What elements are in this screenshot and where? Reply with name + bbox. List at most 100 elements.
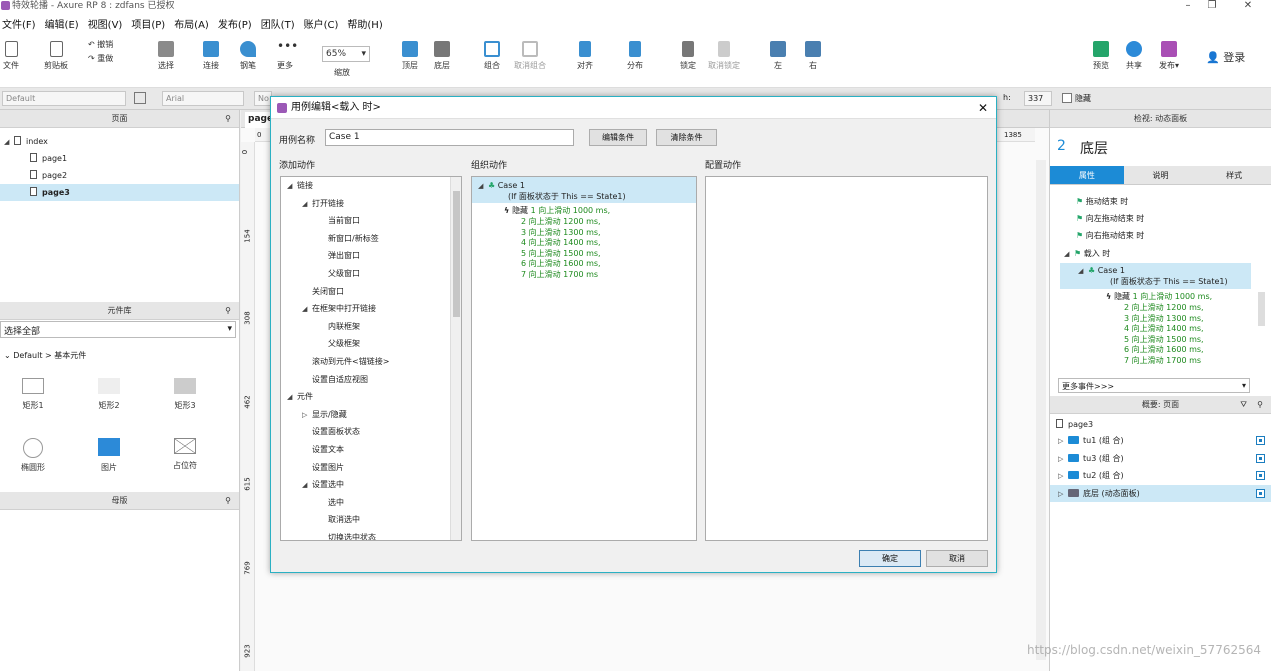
action-tree-item[interactable]: ◢ 在框架中打开链接 xyxy=(302,303,376,314)
unlock-button[interactable]: 取消锁定 xyxy=(704,41,744,71)
visibility-checkbox[interactable] xyxy=(1256,436,1265,445)
action-tree-item[interactable]: ◢ 打开链接 xyxy=(302,198,344,209)
action-tree-scrollbar[interactable] xyxy=(450,177,461,540)
menu-view[interactable]: 视图(V) xyxy=(88,16,123,31)
action-tree-item[interactable]: 弹出窗口 xyxy=(318,250,360,261)
action-tree-item[interactable]: 滚动到元件<锚链接> xyxy=(302,356,389,367)
group-button[interactable]: 组合 xyxy=(478,41,506,71)
action-tree-item[interactable]: 关闭窗口 xyxy=(302,286,344,297)
widget-rect1[interactable]: 矩形1 xyxy=(8,378,58,411)
menu-arrange[interactable]: 布局(A) xyxy=(174,16,209,31)
left-button[interactable]: 左 xyxy=(768,41,788,71)
page-item-page2[interactable]: page2 xyxy=(30,170,67,180)
menu-edit[interactable]: 编辑(E) xyxy=(45,16,79,31)
preview-button[interactable]: 预览 xyxy=(1090,41,1112,71)
filter-icon[interactable]: ⛛ xyxy=(1240,396,1247,414)
inspector-case-row[interactable]: ◢ ♣ Case 1 (If 面板状态于 This == State1) xyxy=(1060,263,1251,289)
login-button[interactable]: 👤 登录 xyxy=(1206,49,1245,65)
tab-style[interactable]: 样式 xyxy=(1197,166,1271,184)
search-icon[interactable]: ⚲ xyxy=(225,492,231,510)
expand-icon[interactable]: ◢ xyxy=(287,393,297,401)
case-name-input[interactable]: Case 1 xyxy=(325,129,574,146)
library-group-label[interactable]: ⌄ Default > 基本元件 xyxy=(4,350,86,361)
action-tree-item[interactable]: 设置文本 xyxy=(302,444,344,455)
expand-icon[interactable]: ◢ xyxy=(302,305,312,313)
outline-item-tu3[interactable]: ▷ tu3 (组 合) xyxy=(1050,450,1271,467)
add-action-tree[interactable]: ◢ 链接 ◢ 打开链接 当前窗口 新窗口/新标签 弹出窗口 父级窗口 关闭窗口 ◢ 在框架中打开链接… xyxy=(280,176,462,541)
action-tree-item[interactable]: ▷ 显示/隐藏 xyxy=(302,409,347,420)
select-tool[interactable]: 选择 xyxy=(146,41,186,71)
inspector-action[interactable]: ϟ 隐藏 1 向上滑动 1000 ms, xyxy=(1106,291,1212,302)
action-tree-item[interactable]: ◢ 设置选中 xyxy=(302,479,344,490)
expand-icon[interactable]: ◢ xyxy=(302,481,312,489)
page-item-page1[interactable]: page1 xyxy=(30,153,67,163)
action-tree-item[interactable]: 父级框架 xyxy=(318,338,360,349)
action-tree-item[interactable]: 新窗口/新标签 xyxy=(318,233,379,244)
event-drag-end[interactable]: ⚑ 拖动结束 时 xyxy=(1076,196,1128,207)
distribute-button[interactable]: 分布 xyxy=(620,41,650,71)
case-row[interactable]: ◢ ♣ Case 1 (If 面板状态于 This == State1) xyxy=(472,177,696,203)
action-tree-item[interactable]: ◢ 元件 xyxy=(287,391,313,402)
tab-properties[interactable]: 属性 xyxy=(1050,166,1124,184)
connect-tool[interactable]: 连接 xyxy=(196,41,226,71)
action-tree-item[interactable]: 选中 xyxy=(318,497,344,508)
file-button[interactable]: 文件 xyxy=(3,41,19,71)
ok-button[interactable]: 确定 xyxy=(859,550,921,567)
outline-item-tu2[interactable]: ▷ tu2 (组 合) xyxy=(1050,467,1271,484)
zoom-select[interactable]: 65% ▾ xyxy=(322,46,370,62)
lock-button[interactable]: 锁定 xyxy=(674,41,702,71)
visibility-checkbox[interactable] xyxy=(1256,489,1265,498)
canvas-scrollbar[interactable] xyxy=(1036,160,1046,660)
more-tools-button[interactable]: ••• 更多 xyxy=(270,40,300,71)
action-tree-item[interactable]: 切换选中状态 xyxy=(318,532,376,540)
action-tree-item[interactable]: 内联框架 xyxy=(318,321,360,332)
action-tree-item[interactable]: ◢ 链接 xyxy=(287,180,313,191)
visibility-checkbox[interactable] xyxy=(1256,454,1265,463)
menu-file[interactable]: 文件(F) xyxy=(2,16,36,31)
event-onload[interactable]: ◢ ⚑ 载入 时 xyxy=(1064,248,1110,259)
redo-button[interactable]: ↷ 重做 xyxy=(88,53,113,64)
share-button[interactable]: 共享 xyxy=(1122,41,1146,71)
collapse-icon[interactable]: ▷ xyxy=(302,411,312,419)
action-tree-item[interactable]: 父级窗口 xyxy=(318,268,360,279)
event-swipe-right-end[interactable]: ⚑ 向右拖动结束 时 xyxy=(1076,230,1144,241)
search-icon[interactable]: ⚲ xyxy=(1257,396,1263,414)
minimize-button[interactable]: – xyxy=(1176,0,1200,13)
send-to-bottom-button[interactable]: 底层 xyxy=(428,41,456,71)
bring-to-top-button[interactable]: 顶层 xyxy=(396,41,424,71)
visibility-checkbox[interactable] xyxy=(1256,471,1265,480)
widget-image[interactable]: 图片 xyxy=(84,438,134,473)
ungroup-button[interactable]: 取消组合 xyxy=(510,41,550,71)
expand-icon[interactable]: ◢ xyxy=(302,200,312,208)
hide-action[interactable]: ϟ 隐藏 1 向上滑动 1000 ms, xyxy=(504,205,610,216)
menu-publish[interactable]: 发布(P) xyxy=(218,16,252,31)
widget-placeholder[interactable]: 占位符 xyxy=(160,438,210,471)
hidden-checkbox[interactable] xyxy=(1062,93,1072,103)
menu-help[interactable]: 帮助(H) xyxy=(347,16,382,31)
page-item-page3[interactable]: page3 xyxy=(0,184,239,201)
outline-page[interactable]: page3 xyxy=(1056,419,1093,429)
pen-tool[interactable]: 钢笔 xyxy=(233,41,263,71)
menu-project[interactable]: 项目(P) xyxy=(131,16,165,31)
action-tree-item[interactable]: 取消选中 xyxy=(318,514,360,525)
action-tree-item[interactable]: 设置面板状态 xyxy=(302,426,360,437)
height-input[interactable]: 337 xyxy=(1024,91,1052,106)
right-button[interactable]: 右 xyxy=(803,41,823,71)
search-icon[interactable]: ⚲ xyxy=(225,302,231,320)
outline-item-dynamic-panel[interactable]: ▷ 底层 (动态面板) xyxy=(1050,485,1271,502)
outline-item-tu1[interactable]: ▷ tu1 (组 合) xyxy=(1050,432,1271,449)
font-select[interactable]: Arial xyxy=(162,91,244,106)
widget-rect2[interactable]: 矩形2 xyxy=(84,378,134,411)
expand-icon[interactable]: ◢ xyxy=(287,182,297,190)
publish-button[interactable]: 发布▾ xyxy=(1154,41,1184,71)
event-swipe-left-end[interactable]: ⚑ 向左拖动结束 时 xyxy=(1076,213,1144,224)
configure-actions-panel[interactable] xyxy=(705,176,988,541)
inspector-name[interactable]: 底层 xyxy=(1080,138,1108,158)
clear-condition-button[interactable]: 清除条件 xyxy=(656,129,717,146)
maximize-button[interactable]: ❐ xyxy=(1200,0,1224,13)
action-tree-item[interactable]: 设置图片 xyxy=(302,462,344,473)
tab-notes[interactable]: 说明 xyxy=(1124,166,1198,184)
close-window-button[interactable]: ✕ xyxy=(1236,0,1260,13)
menu-account[interactable]: 账户(C) xyxy=(304,16,339,31)
format-painter-icon[interactable] xyxy=(134,92,146,104)
